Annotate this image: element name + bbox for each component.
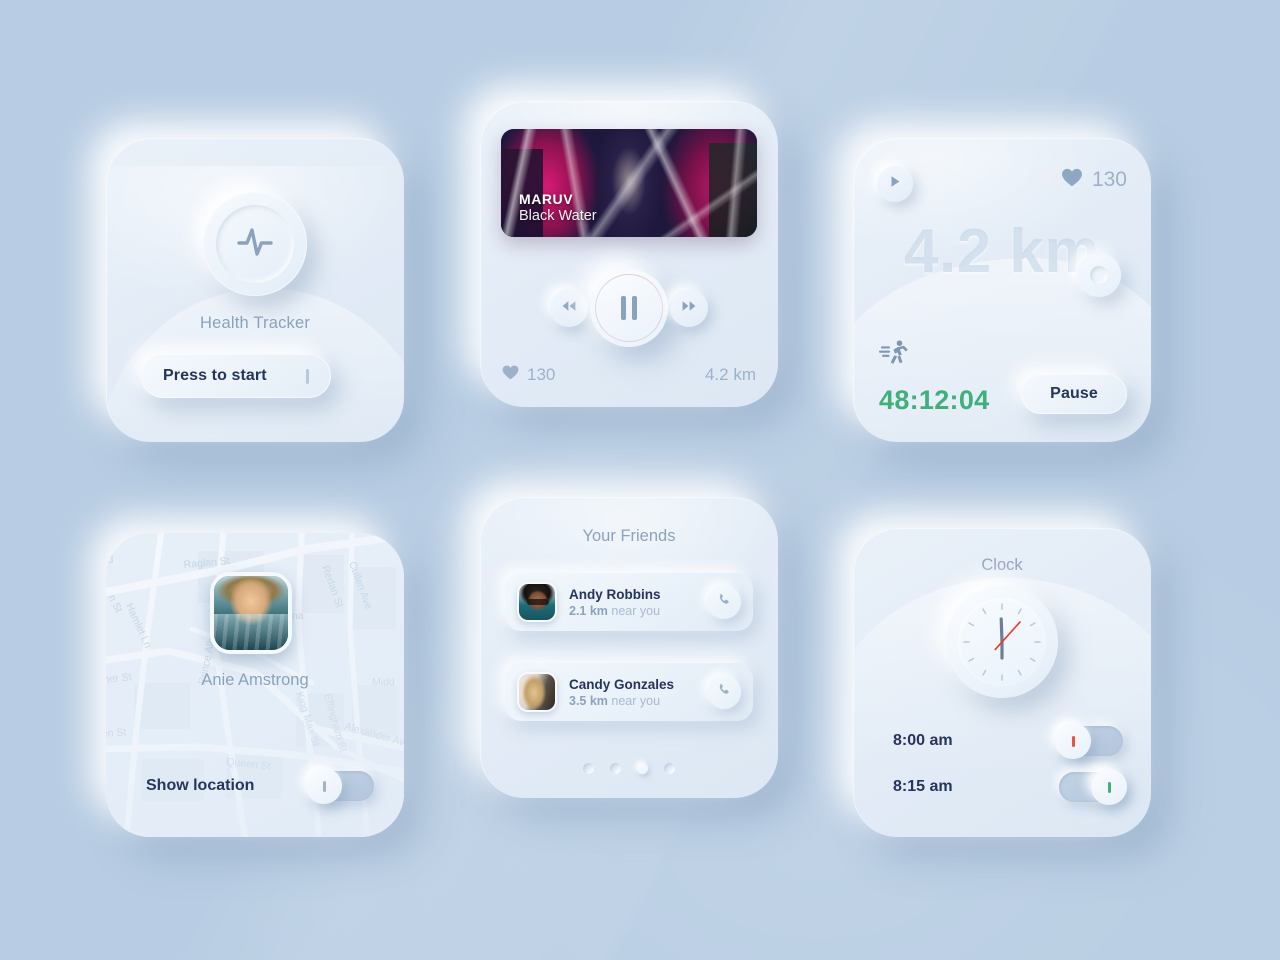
album-art[interactable]: MARUV Black Water (501, 129, 757, 237)
show-location-label: Show location (146, 777, 255, 794)
toggle-mark-icon (322, 780, 326, 792)
alarm-time: 8:00 am (893, 732, 953, 749)
next-track-button[interactable] (670, 289, 708, 327)
friend-distance-value: 3.5 km (569, 693, 608, 708)
friend-distance-value: 2.1 km (569, 603, 608, 618)
heart-icon (502, 365, 519, 385)
phone-icon (717, 593, 731, 612)
run-heart-rate-value: 130 (1091, 168, 1127, 191)
toggle-mark-icon (1107, 781, 1111, 793)
clock-card: Clock 8:00 am 8:15 am (853, 528, 1151, 837)
friend-list-item[interactable]: Andy Robbins 2.1 km near you (505, 573, 753, 631)
press-to-start-label: Press to start (163, 367, 267, 384)
pager-dot[interactable] (610, 763, 621, 774)
fast-forward-icon (681, 299, 697, 317)
call-friend-button[interactable] (707, 585, 741, 619)
toggle-knob (1091, 769, 1127, 805)
clock-face (958, 598, 1046, 686)
play-pause-button[interactable] (590, 269, 668, 347)
press-to-start-button[interactable]: Press to start (141, 354, 331, 398)
show-location-row: Show location (146, 768, 374, 804)
friend-distance: 3.5 km near you (569, 694, 707, 708)
health-tracker-card: Health Tracker Press to start (106, 138, 404, 442)
pause-run-button[interactable]: Pause (1021, 374, 1127, 414)
run-play-button[interactable] (877, 166, 913, 202)
album-text-block: MARUV Black Water (519, 191, 597, 224)
album-track-title: Black Water (519, 208, 597, 224)
friend-name: Andy Robbins (569, 586, 661, 602)
alarm-toggle[interactable] (1059, 769, 1127, 805)
run-progress-knob[interactable] (1077, 253, 1121, 297)
run-timer-value: 48:12:04 (879, 385, 990, 415)
previous-track-button[interactable] (550, 289, 588, 327)
friends-card: Your Friends Andy Robbins 2.1 km near yo… (480, 497, 778, 798)
friends-title: Your Friends (582, 527, 676, 545)
transport-controls (480, 269, 778, 349)
carousel-pager[interactable] (480, 763, 778, 774)
widget-grid: Health Tracker Press to start MARUV Blac… (0, 0, 1280, 960)
friend-meta: Andy Robbins 2.1 km near you (569, 587, 707, 618)
running-person-icon (879, 339, 909, 370)
toggle-knob (1055, 723, 1091, 759)
heart-rate-stat: 130 (502, 365, 555, 385)
toggle-mark-icon (1071, 735, 1075, 747)
alarm-row: 8:00 am (893, 723, 1123, 759)
location-map-card: Raglan St Hamlet Ln Cullen Ave Redan St … (106, 533, 404, 837)
friend-list-item[interactable]: Candy Gonzales 3.5 km near you (505, 663, 753, 721)
friend-meta: Candy Gonzales 3.5 km near you (569, 677, 707, 708)
distance-value: 4.2 km (704, 365, 756, 384)
map-user-avatar[interactable] (210, 572, 292, 654)
health-tracker-caption: Health Tracker (199, 314, 311, 332)
pager-dot[interactable] (664, 763, 675, 774)
run-tracker-card: 130 4.2 km 48:12:04 Pause (853, 138, 1151, 442)
svg-text:rd: rd (106, 554, 113, 566)
pager-dot[interactable] (637, 763, 648, 774)
map-person-name: Anie Amstrong (201, 671, 309, 689)
svg-text:en St: en St (106, 726, 127, 740)
avatar-water-ripple (214, 614, 288, 650)
friend-avatar (517, 582, 557, 622)
toggle-knob (306, 768, 342, 804)
show-location-toggle[interactable] (306, 768, 374, 804)
pause-run-label: Pause (1050, 385, 1098, 402)
clock-hands (963, 603, 1041, 681)
rewind-icon (561, 299, 577, 317)
friend-name: Candy Gonzales (569, 676, 675, 692)
alarm-time: 8:15 am (893, 778, 953, 795)
pager-dot[interactable] (583, 763, 594, 774)
heart-icon (1061, 168, 1083, 192)
svg-text:na: na (292, 610, 304, 622)
heart-rate-value: 130 (527, 365, 556, 384)
friend-distance-suffix: near you (607, 693, 661, 708)
music-stats-row: 130 4.2 km (502, 365, 756, 385)
friend-distance-suffix: near you (607, 603, 661, 618)
pause-icon (621, 296, 637, 320)
play-icon (889, 175, 901, 193)
phone-icon (717, 683, 731, 702)
friend-distance: 2.1 km near you (569, 604, 707, 618)
album-artist: MARUV (519, 191, 574, 207)
call-friend-button[interactable] (707, 675, 741, 709)
friend-avatar (517, 672, 557, 712)
music-player-card: MARUV Black Water 130 4.2 km (480, 101, 778, 407)
heartbeat-pulse-icon (233, 223, 277, 266)
run-heart-rate: 130 (1061, 168, 1127, 192)
alarm-row: 8:15 am (893, 769, 1127, 805)
analog-clock (946, 586, 1058, 698)
cursor-bar-icon (306, 368, 309, 384)
alarm-toggle[interactable] (1055, 723, 1123, 759)
health-pulse-button[interactable] (203, 192, 307, 296)
clock-title: Clock (981, 556, 1023, 574)
